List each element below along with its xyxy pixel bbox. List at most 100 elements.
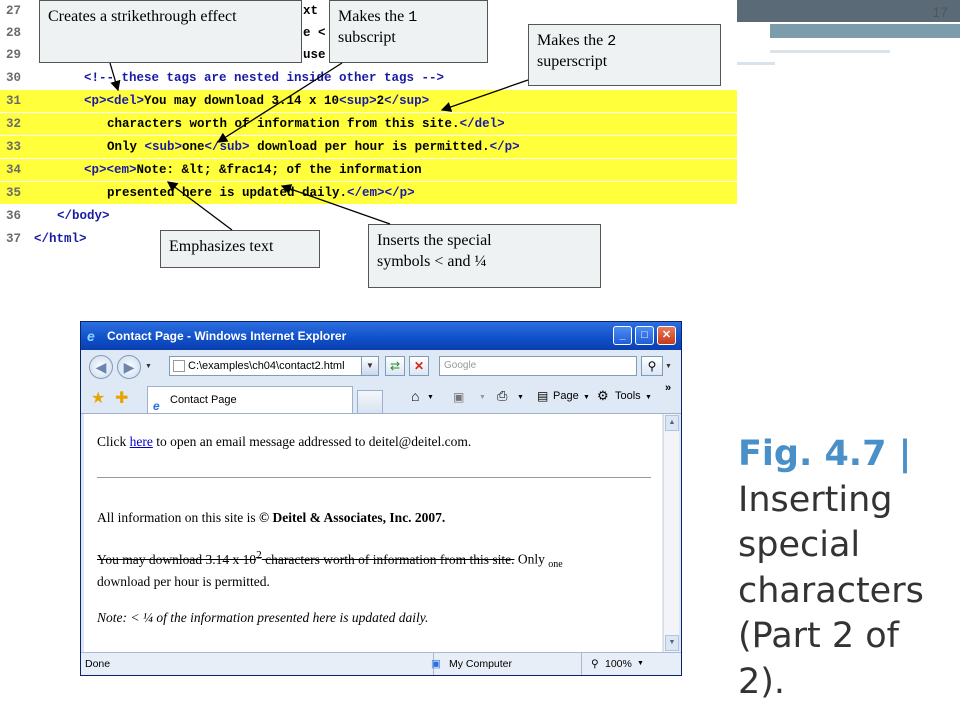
scroll-down-icon[interactable]: ▼ — [665, 635, 679, 651]
zoom-level[interactable]: 100% — [605, 653, 632, 675]
forward-icon[interactable]: ▶ — [117, 355, 141, 379]
search-input[interactable]: Google — [439, 356, 637, 376]
code-text: <!-- these tags are nested inside other … — [84, 71, 445, 85]
copyright-text: © Deitel & Associates, Inc. 2007. — [259, 510, 446, 525]
search-options-icon[interactable]: ▼ — [665, 363, 672, 370]
callout-code: 1 — [408, 9, 418, 26]
download-line: download per hour is permitted. — [97, 574, 270, 589]
close-button[interactable]: ✕ — [657, 326, 676, 345]
status-text: Done — [85, 658, 111, 670]
code-text: </body> — [57, 209, 110, 223]
minimize-button[interactable]: _ — [613, 326, 632, 345]
address-text: C:\examples\ch04\contact2.html — [188, 360, 345, 372]
window-title: Contact Page - Windows Internet Explorer — [107, 329, 347, 343]
code-line-highlighted: 31 <p><del>You may download 3.14 x 10<su… — [0, 90, 737, 112]
print-dropdown-icon[interactable]: ▼ — [517, 394, 524, 401]
callout-superscript: Makes the 2 superscript — [528, 24, 721, 86]
new-tab-button[interactable] — [357, 390, 383, 413]
note-paragraph: Note: < ¼ of the information presented h… — [97, 610, 429, 625]
maximize-button[interactable]: □ — [635, 326, 654, 345]
vertical-scrollbar[interactable]: ▲ ▼ — [663, 414, 679, 652]
back-icon[interactable]: ◀ — [89, 355, 113, 379]
line-number: 31 — [6, 94, 22, 108]
header-line — [770, 50, 890, 53]
page-menu[interactable]: Page — [553, 390, 579, 402]
line-number: 35 — [6, 186, 22, 200]
computer-icon: ▣ — [431, 658, 441, 670]
zoom-dropdown-icon[interactable]: ▼ — [637, 653, 644, 675]
feeds-icon[interactable]: ▣ — [453, 390, 464, 404]
callout-subscript: Makes the 1 subscript — [329, 0, 488, 63]
code-text: presented here is updated daily.</em></p… — [107, 186, 415, 200]
line-number: 32 — [6, 117, 22, 131]
line-number: 36 — [6, 209, 22, 223]
stop-icon[interactable]: ✕ — [409, 356, 429, 376]
tab-label: Contact Page — [170, 394, 237, 406]
subscript-one: one — [548, 559, 563, 571]
line-number: 33 — [6, 140, 22, 154]
figure-caption: Fig. 4.7 | Inserting special characters … — [738, 432, 953, 705]
page-menu-icon: ▤ — [537, 389, 549, 403]
email-link[interactable]: here — [130, 434, 153, 449]
paragraph-text: to open an email message addressed to de… — [152, 434, 472, 449]
tab-contact-page[interactable]: e Contact Page — [147, 386, 353, 413]
tools-dropdown-icon[interactable]: ▼ — [645, 394, 652, 401]
zoom-icon: ⚲ — [591, 658, 599, 670]
home-icon[interactable]: ⌂ — [411, 388, 419, 404]
callout-text: Makes the — [338, 8, 409, 25]
paragraph-text: Only — [514, 551, 549, 567]
status-divider — [581, 653, 582, 675]
email-paragraph: Click here to open an email message addr… — [97, 434, 471, 450]
code-text: <p><del>You may download 3.14 x 10<sup>2… — [84, 94, 430, 108]
code-line-highlighted: 34 <p><em>Note: &lt; &frac14; of the inf… — [0, 159, 737, 181]
code-text: </html> — [34, 232, 87, 246]
strikethrough-part: You may download 3.14 x 10 — [97, 551, 257, 567]
paragraph-text: Click — [97, 434, 130, 449]
line-number: 34 — [6, 163, 22, 177]
navigation-bar: ◀ ▶ ▼ C:\examples\ch04\contact2.html ▼ ⇄… — [81, 350, 681, 382]
copyright-paragraph: All information on this site is © Deitel… — [97, 510, 445, 526]
address-dropdown-icon[interactable]: ▼ — [361, 357, 378, 375]
callout-code: 2 — [607, 33, 617, 50]
ie-logo-icon: e — [87, 328, 95, 344]
browser-window: e Contact Page - Windows Internet Explor… — [80, 321, 682, 676]
tab-bar: ★ ✚ e Contact Page ⌂ ▼ ▣ ▼ ⎙ ▼ ▤ Page ▼ … — [81, 382, 681, 414]
print-icon[interactable]: ⎙ — [497, 388, 507, 404]
callout-text: subscript — [338, 28, 396, 46]
code-text: Only <sub>one</sub> download per hour is… — [107, 140, 520, 154]
line-number: 30 — [6, 71, 22, 85]
paragraph-text: All information on this site is — [97, 510, 259, 525]
line-number: 27 — [6, 4, 22, 18]
strikethrough-text: You may download 3.14 x 102 characters w… — [97, 549, 515, 567]
slide-number: 17 — [932, 4, 948, 20]
figure-number: Fig. 4.7 | — [738, 434, 912, 474]
code-text: characters worth of information from thi… — [107, 117, 505, 131]
code-text: use — [303, 48, 326, 62]
line-number: 29 — [6, 48, 22, 62]
callout-emphasis: Emphasizes text — [160, 230, 320, 268]
caption-text: Inserting special characters (Part 2 of … — [738, 479, 924, 702]
code-text: e < — [303, 26, 326, 40]
code-line-highlighted: 32 characters worth of information from … — [0, 113, 737, 135]
add-favorites-icon[interactable]: ✚ — [115, 388, 128, 408]
title-bar[interactable]: e Contact Page - Windows Internet Explor… — [81, 322, 681, 350]
strikethrough-part: characters worth of information from thi… — [261, 551, 515, 567]
code-text: xt — [303, 4, 319, 18]
horizontal-rule — [97, 477, 651, 478]
home-dropdown-icon[interactable]: ▼ — [427, 394, 434, 401]
status-bar: Done ▣ My Computer ⚲ 100% ▼ — [81, 652, 681, 675]
refresh-icon[interactable]: ⇄ — [385, 356, 405, 376]
chevron-more-icon[interactable]: » — [665, 382, 671, 394]
feeds-dropdown-icon[interactable]: ▼ — [479, 394, 486, 401]
code-line-highlighted: 33 Only <sub>one</sub> download per hour… — [0, 136, 737, 158]
favorites-star-icon[interactable]: ★ — [91, 388, 105, 408]
address-bar[interactable]: C:\examples\ch04\contact2.html ▼ — [169, 356, 379, 376]
search-icon[interactable]: ⚲ — [641, 356, 663, 376]
callout-strikethrough: Creates a strikethrough effect — [39, 0, 302, 63]
zone-text: My Computer — [449, 658, 513, 670]
scroll-up-icon[interactable]: ▲ — [665, 415, 679, 431]
page-dropdown-icon[interactable]: ▼ — [583, 394, 590, 401]
tools-menu[interactable]: Tools — [615, 390, 641, 402]
history-dropdown-icon[interactable]: ▼ — [145, 363, 152, 370]
callout-text: Inserts the special — [377, 232, 492, 249]
